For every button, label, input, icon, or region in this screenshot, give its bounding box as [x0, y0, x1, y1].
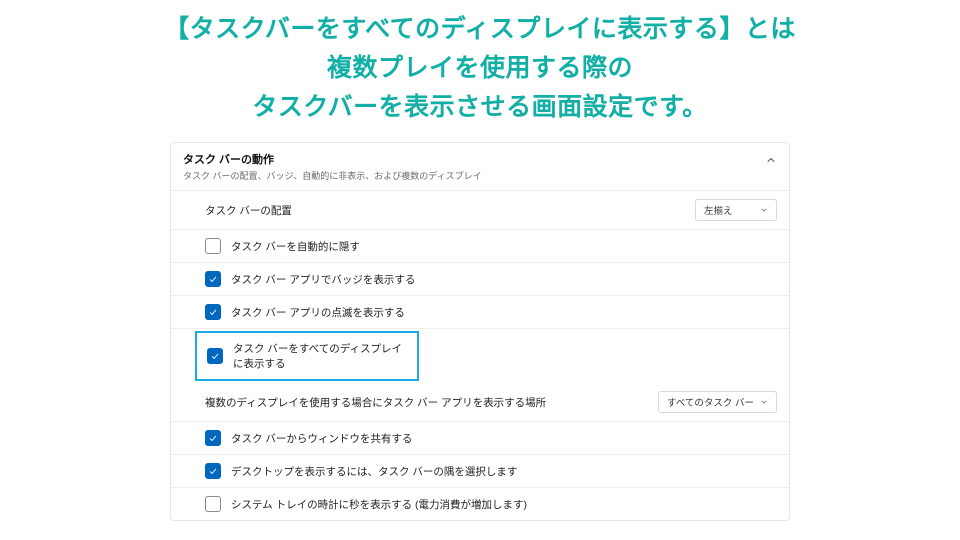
check-icon: [210, 351, 220, 361]
row-badges[interactable]: タスク バー アプリでバッジを表示する: [171, 263, 789, 296]
row-clock-seconds[interactable]: システム トレイの時計に秒を表示する (電力消費が増加します): [171, 488, 789, 520]
autohide-label: タスク バーを自動的に隠す: [231, 239, 360, 254]
all-displays-label: タスク バーをすべてのディスプレイに表示する: [233, 341, 409, 371]
row-multi-display-where: 複数のディスプレイを使用する場合にタスク バー アプリを表示する場所 すべてのタ…: [171, 383, 789, 422]
check-icon: [208, 433, 218, 443]
row-autohide[interactable]: タスク バーを自動的に隠す: [171, 230, 789, 263]
chevron-up-icon: [765, 154, 777, 166]
row-all-displays[interactable]: タスク バーをすべてのディスプレイに表示する: [197, 333, 417, 379]
headline-line2: 複数プレイを使用する際の: [0, 49, 960, 88]
row-share-window[interactable]: タスク バーからウィンドウを共有する: [171, 422, 789, 455]
panel-subtitle: タスク バーの配置、バッジ、自動的に非表示、および複数のディスプレイ: [183, 169, 482, 182]
multi-display-label: 複数のディスプレイを使用する場合にタスク バー アプリを表示する場所: [205, 395, 546, 410]
alignment-label: タスク バーの配置: [205, 203, 292, 218]
checkbox-desktop-corner[interactable]: [205, 463, 221, 479]
badges-label: タスク バー アプリでバッジを表示する: [231, 272, 415, 287]
highlight-all-displays: タスク バーをすべてのディスプレイに表示する: [195, 331, 419, 381]
checkbox-flash[interactable]: [205, 304, 221, 320]
share-window-label: タスク バーからウィンドウを共有する: [231, 431, 412, 446]
multi-display-select[interactable]: すべてのタスク バー: [658, 391, 777, 413]
flash-label: タスク バー アプリの点滅を表示する: [231, 305, 405, 320]
checkbox-clock-seconds[interactable]: [205, 496, 221, 512]
headline-line3: タスクバーを表示させる画面設定です。: [0, 88, 960, 127]
check-icon: [208, 274, 218, 284]
checkbox-all-displays[interactable]: [207, 348, 223, 364]
chevron-down-icon: [760, 398, 768, 406]
headline-line1: 【タスクバーをすべてのディスプレイに表示する】とは: [0, 10, 960, 49]
panel-title: タスク バーの動作: [183, 151, 482, 167]
row-desktop-corner[interactable]: デスクトップを表示するには、タスク バーの隅を選択します: [171, 455, 789, 488]
checkbox-autohide[interactable]: [205, 238, 221, 254]
row-alignment: タスク バーの配置 左揃え: [171, 191, 789, 230]
headline: 【タスクバーをすべてのディスプレイに表示する】とは 複数プレイを使用する際の タ…: [0, 0, 960, 126]
alignment-select-value: 左揃え: [704, 203, 733, 217]
panel-header[interactable]: タスク バーの動作 タスク バーの配置、バッジ、自動的に非表示、および複数のディ…: [171, 143, 789, 191]
desktop-corner-label: デスクトップを表示するには、タスク バーの隅を選択します: [231, 464, 517, 479]
taskbar-behavior-panel: タスク バーの動作 タスク バーの配置、バッジ、自動的に非表示、および複数のディ…: [170, 142, 790, 521]
check-icon: [208, 307, 218, 317]
multi-display-select-value: すべてのタスク バー: [667, 395, 754, 409]
chevron-down-icon: [760, 206, 768, 214]
alignment-select[interactable]: 左揃え: [695, 199, 777, 221]
checkbox-share-window[interactable]: [205, 430, 221, 446]
check-icon: [208, 466, 218, 476]
row-flash[interactable]: タスク バー アプリの点滅を表示する: [171, 296, 789, 329]
checkbox-badges[interactable]: [205, 271, 221, 287]
clock-seconds-label: システム トレイの時計に秒を表示する (電力消費が増加します): [231, 497, 527, 512]
